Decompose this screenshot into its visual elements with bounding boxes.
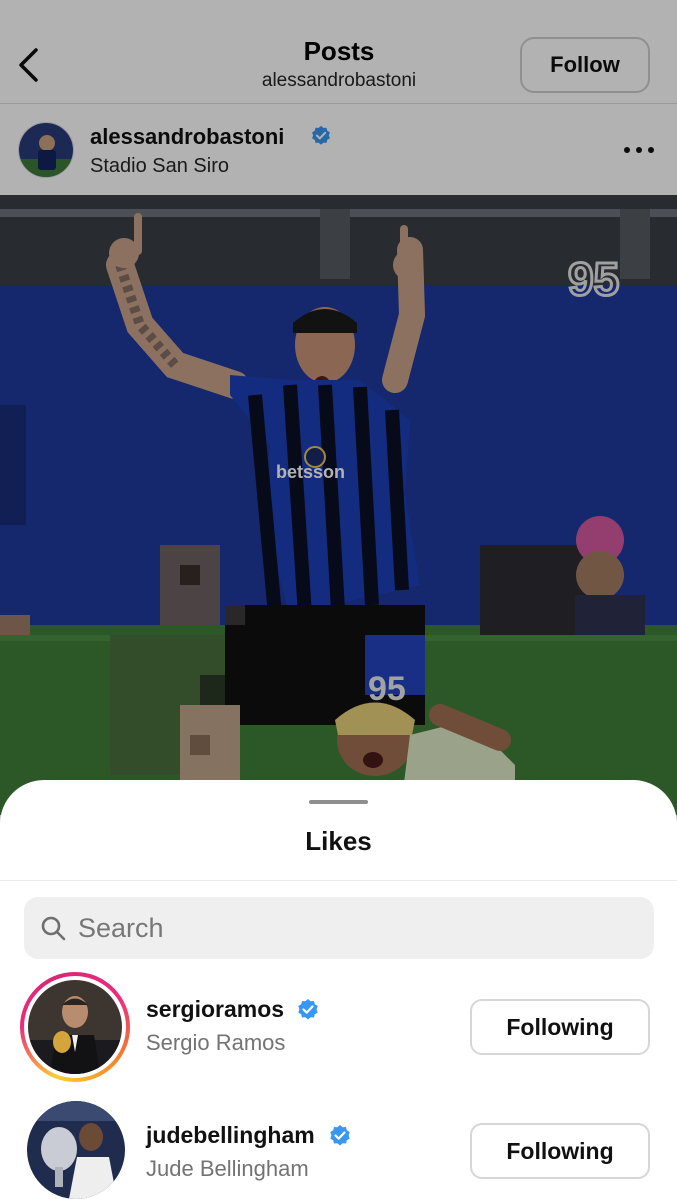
- likes-title: Likes: [305, 826, 372, 856]
- avatar-story-ring[interactable]: [20, 972, 130, 1082]
- liker-username[interactable]: sergioramos: [146, 996, 284, 1023]
- following-button[interactable]: Following: [470, 999, 650, 1055]
- likes-sheet: Likes Search sergioramos Sergio Ramos Fo…: [0, 780, 677, 1199]
- liker-row-judebellingham[interactable]: judebellingham Jude Bellingham Following: [0, 1098, 677, 1199]
- search-icon: [41, 916, 66, 941]
- avatar: [28, 980, 122, 1074]
- avatar-container[interactable]: [27, 1101, 125, 1199]
- divider: [0, 880, 677, 881]
- sheet-drag-handle[interactable]: [309, 800, 368, 804]
- liker-full-name: Jude Bellingham: [146, 1156, 309, 1181]
- avatar: [27, 1101, 125, 1199]
- liker-row-sergioramos[interactable]: sergioramos Sergio Ramos Following: [0, 972, 677, 1092]
- liker-username[interactable]: judebellingham: [146, 1122, 315, 1149]
- liker-full-name: Sergio Ramos: [146, 1030, 286, 1055]
- search-bar[interactable]: [24, 897, 654, 959]
- verified-icon: [330, 1125, 350, 1146]
- search-input[interactable]: [78, 897, 638, 959]
- following-button[interactable]: Following: [470, 1123, 650, 1179]
- verified-icon: [298, 999, 318, 1020]
